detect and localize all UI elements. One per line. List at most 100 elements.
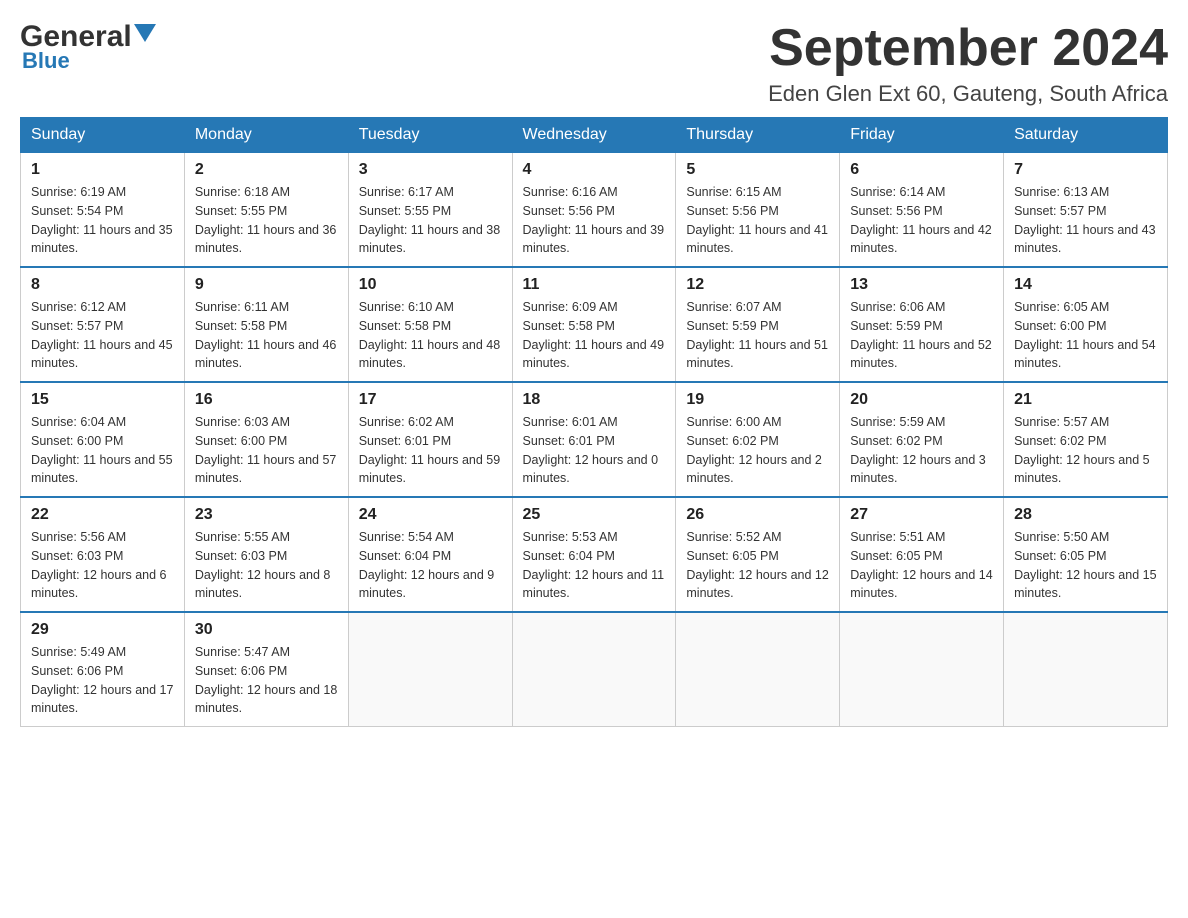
day-info: Sunrise: 5:47 AM Sunset: 6:06 PM Dayligh…	[195, 643, 338, 718]
day-info: Sunrise: 5:55 AM Sunset: 6:03 PM Dayligh…	[195, 528, 338, 603]
month-title: September 2024	[768, 20, 1168, 77]
calendar-cell: 17 Sunrise: 6:02 AM Sunset: 6:01 PM Dayl…	[348, 382, 512, 497]
calendar-cell: 24 Sunrise: 5:54 AM Sunset: 6:04 PM Dayl…	[348, 497, 512, 612]
day-number: 12	[686, 276, 829, 294]
day-number: 17	[359, 391, 502, 409]
day-number: 9	[195, 276, 338, 294]
calendar-header-row: Sunday Monday Tuesday Wednesday Thursday…	[21, 118, 1168, 153]
day-number: 1	[31, 161, 174, 179]
calendar-table: Sunday Monday Tuesday Wednesday Thursday…	[20, 117, 1168, 727]
day-info: Sunrise: 6:13 AM Sunset: 5:57 PM Dayligh…	[1014, 183, 1157, 258]
day-number: 27	[850, 506, 993, 524]
day-info: Sunrise: 5:53 AM Sunset: 6:04 PM Dayligh…	[523, 528, 666, 603]
day-number: 11	[523, 276, 666, 294]
day-number: 6	[850, 161, 993, 179]
calendar-cell	[840, 612, 1004, 727]
day-number: 21	[1014, 391, 1157, 409]
calendar-cell: 14 Sunrise: 6:05 AM Sunset: 6:00 PM Dayl…	[1004, 267, 1168, 382]
day-number: 7	[1014, 161, 1157, 179]
day-info: Sunrise: 6:04 AM Sunset: 6:00 PM Dayligh…	[31, 413, 174, 488]
day-number: 23	[195, 506, 338, 524]
calendar-cell: 5 Sunrise: 6:15 AM Sunset: 5:56 PM Dayli…	[676, 153, 840, 268]
day-info: Sunrise: 6:19 AM Sunset: 5:54 PM Dayligh…	[31, 183, 174, 258]
day-number: 22	[31, 506, 174, 524]
day-number: 14	[1014, 276, 1157, 294]
day-info: Sunrise: 6:14 AM Sunset: 5:56 PM Dayligh…	[850, 183, 993, 258]
header-tuesday: Tuesday	[348, 118, 512, 153]
calendar-cell: 6 Sunrise: 6:14 AM Sunset: 5:56 PM Dayli…	[840, 153, 1004, 268]
calendar-cell: 12 Sunrise: 6:07 AM Sunset: 5:59 PM Dayl…	[676, 267, 840, 382]
calendar-cell	[1004, 612, 1168, 727]
day-info: Sunrise: 6:15 AM Sunset: 5:56 PM Dayligh…	[686, 183, 829, 258]
calendar-cell: 10 Sunrise: 6:10 AM Sunset: 5:58 PM Dayl…	[348, 267, 512, 382]
day-info: Sunrise: 6:03 AM Sunset: 6:00 PM Dayligh…	[195, 413, 338, 488]
day-info: Sunrise: 6:17 AM Sunset: 5:55 PM Dayligh…	[359, 183, 502, 258]
calendar-cell: 25 Sunrise: 5:53 AM Sunset: 6:04 PM Dayl…	[512, 497, 676, 612]
day-number: 16	[195, 391, 338, 409]
calendar-cell	[676, 612, 840, 727]
header-sunday: Sunday	[21, 118, 185, 153]
day-number: 3	[359, 161, 502, 179]
header: General Blue September 2024 Eden Glen Ex…	[20, 20, 1168, 107]
calendar-cell: 2 Sunrise: 6:18 AM Sunset: 5:55 PM Dayli…	[184, 153, 348, 268]
day-number: 10	[359, 276, 502, 294]
day-number: 28	[1014, 506, 1157, 524]
day-number: 13	[850, 276, 993, 294]
day-number: 8	[31, 276, 174, 294]
calendar-cell: 19 Sunrise: 6:00 AM Sunset: 6:02 PM Dayl…	[676, 382, 840, 497]
day-info: Sunrise: 5:49 AM Sunset: 6:06 PM Dayligh…	[31, 643, 174, 718]
day-info: Sunrise: 6:11 AM Sunset: 5:58 PM Dayligh…	[195, 298, 338, 373]
day-number: 25	[523, 506, 666, 524]
calendar-cell: 20 Sunrise: 5:59 AM Sunset: 6:02 PM Dayl…	[840, 382, 1004, 497]
day-number: 19	[686, 391, 829, 409]
calendar-cell: 23 Sunrise: 5:55 AM Sunset: 6:03 PM Dayl…	[184, 497, 348, 612]
day-number: 4	[523, 161, 666, 179]
day-info: Sunrise: 5:54 AM Sunset: 6:04 PM Dayligh…	[359, 528, 502, 603]
calendar-week-row-2: 8 Sunrise: 6:12 AM Sunset: 5:57 PM Dayli…	[21, 267, 1168, 382]
calendar-cell: 15 Sunrise: 6:04 AM Sunset: 6:00 PM Dayl…	[21, 382, 185, 497]
calendar-cell: 1 Sunrise: 6:19 AM Sunset: 5:54 PM Dayli…	[21, 153, 185, 268]
header-monday: Monday	[184, 118, 348, 153]
day-info: Sunrise: 5:50 AM Sunset: 6:05 PM Dayligh…	[1014, 528, 1157, 603]
day-info: Sunrise: 6:05 AM Sunset: 6:00 PM Dayligh…	[1014, 298, 1157, 373]
calendar-cell: 8 Sunrise: 6:12 AM Sunset: 5:57 PM Dayli…	[21, 267, 185, 382]
calendar-cell: 27 Sunrise: 5:51 AM Sunset: 6:05 PM Dayl…	[840, 497, 1004, 612]
day-number: 29	[31, 621, 174, 639]
day-number: 20	[850, 391, 993, 409]
calendar-cell: 21 Sunrise: 5:57 AM Sunset: 6:02 PM Dayl…	[1004, 382, 1168, 497]
logo: General Blue	[20, 20, 156, 74]
day-info: Sunrise: 6:12 AM Sunset: 5:57 PM Dayligh…	[31, 298, 174, 373]
calendar-cell: 28 Sunrise: 5:50 AM Sunset: 6:05 PM Dayl…	[1004, 497, 1168, 612]
day-number: 15	[31, 391, 174, 409]
day-number: 30	[195, 621, 338, 639]
calendar-cell	[512, 612, 676, 727]
day-number: 5	[686, 161, 829, 179]
day-info: Sunrise: 6:02 AM Sunset: 6:01 PM Dayligh…	[359, 413, 502, 488]
header-thursday: Thursday	[676, 118, 840, 153]
title-section: September 2024 Eden Glen Ext 60, Gauteng…	[768, 20, 1168, 107]
calendar-cell: 29 Sunrise: 5:49 AM Sunset: 6:06 PM Dayl…	[21, 612, 185, 727]
day-info: Sunrise: 6:00 AM Sunset: 6:02 PM Dayligh…	[686, 413, 829, 488]
calendar-cell: 4 Sunrise: 6:16 AM Sunset: 5:56 PM Dayli…	[512, 153, 676, 268]
calendar-week-row-3: 15 Sunrise: 6:04 AM Sunset: 6:00 PM Dayl…	[21, 382, 1168, 497]
calendar-week-row-1: 1 Sunrise: 6:19 AM Sunset: 5:54 PM Dayli…	[21, 153, 1168, 268]
day-info: Sunrise: 5:57 AM Sunset: 6:02 PM Dayligh…	[1014, 413, 1157, 488]
day-info: Sunrise: 6:18 AM Sunset: 5:55 PM Dayligh…	[195, 183, 338, 258]
calendar-cell: 18 Sunrise: 6:01 AM Sunset: 6:01 PM Dayl…	[512, 382, 676, 497]
day-info: Sunrise: 6:09 AM Sunset: 5:58 PM Dayligh…	[523, 298, 666, 373]
day-number: 2	[195, 161, 338, 179]
calendar-cell: 16 Sunrise: 6:03 AM Sunset: 6:00 PM Dayl…	[184, 382, 348, 497]
calendar-cell: 30 Sunrise: 5:47 AM Sunset: 6:06 PM Dayl…	[184, 612, 348, 727]
day-info: Sunrise: 5:59 AM Sunset: 6:02 PM Dayligh…	[850, 413, 993, 488]
calendar-cell: 26 Sunrise: 5:52 AM Sunset: 6:05 PM Dayl…	[676, 497, 840, 612]
calendar-cell: 22 Sunrise: 5:56 AM Sunset: 6:03 PM Dayl…	[21, 497, 185, 612]
day-number: 18	[523, 391, 666, 409]
calendar-cell: 11 Sunrise: 6:09 AM Sunset: 5:58 PM Dayl…	[512, 267, 676, 382]
day-info: Sunrise: 6:01 AM Sunset: 6:01 PM Dayligh…	[523, 413, 666, 488]
calendar-cell: 7 Sunrise: 6:13 AM Sunset: 5:57 PM Dayli…	[1004, 153, 1168, 268]
logo-arrow-icon	[134, 24, 156, 46]
calendar-cell: 9 Sunrise: 6:11 AM Sunset: 5:58 PM Dayli…	[184, 267, 348, 382]
day-number: 26	[686, 506, 829, 524]
header-friday: Friday	[840, 118, 1004, 153]
day-info: Sunrise: 6:16 AM Sunset: 5:56 PM Dayligh…	[523, 183, 666, 258]
